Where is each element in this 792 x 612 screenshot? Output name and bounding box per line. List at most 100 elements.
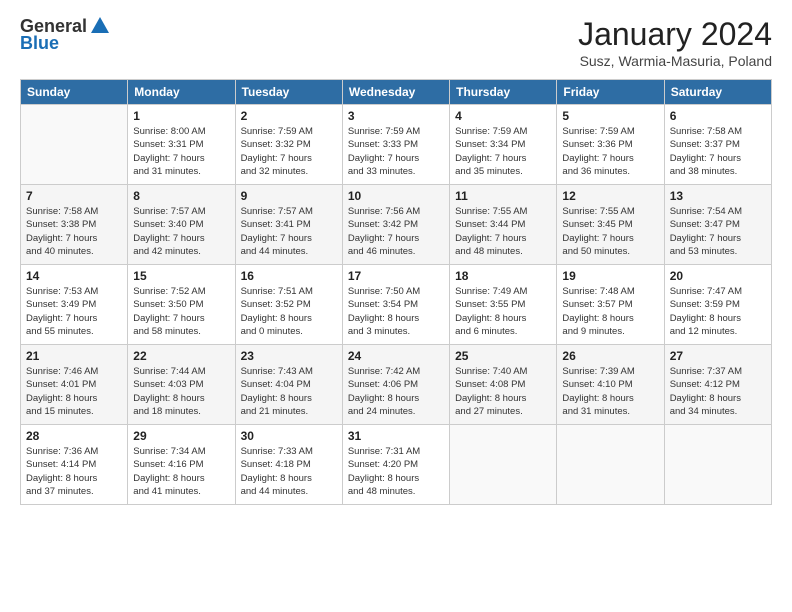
day-number: 21: [26, 349, 122, 363]
day-number: 17: [348, 269, 444, 283]
day-info: Sunrise: 7:37 AM Sunset: 4:12 PM Dayligh…: [670, 365, 766, 418]
day-info: Sunrise: 7:55 AM Sunset: 3:44 PM Dayligh…: [455, 205, 551, 258]
day-info: Sunrise: 7:57 AM Sunset: 3:41 PM Dayligh…: [241, 205, 337, 258]
logo-icon: [89, 15, 111, 37]
day-info: Sunrise: 7:48 AM Sunset: 3:57 PM Dayligh…: [562, 285, 658, 338]
day-cell: 25 Sunrise: 7:40 AM Sunset: 4:08 PM Dayli…: [450, 345, 557, 425]
calendar-table: Sunday Monday Tuesday Wednesday Thursday…: [20, 79, 772, 505]
day-number: 31: [348, 429, 444, 443]
day-cell: 21 Sunrise: 7:46 AM Sunset: 4:01 PM Dayli…: [21, 345, 128, 425]
day-cell: [664, 425, 771, 505]
title-block: January 2024 Susz, Warmia-Masuria, Polan…: [578, 16, 772, 69]
logo-blue: Blue: [20, 33, 59, 54]
day-number: 19: [562, 269, 658, 283]
day-number: 15: [133, 269, 229, 283]
day-cell: 12Sunrise: 7:55 AM Sunset: 3:45 PM Dayli…: [557, 185, 664, 265]
day-cell: [21, 105, 128, 185]
day-cell: 26 Sunrise: 7:39 AM Sunset: 4:10 PM Dayli…: [557, 345, 664, 425]
day-info: Sunrise: 7:57 AM Sunset: 3:40 PM Dayligh…: [133, 205, 229, 258]
day-cell: 23 Sunrise: 7:43 AM Sunset: 4:04 PM Dayli…: [235, 345, 342, 425]
day-cell: 16Sunrise: 7:51 AM Sunset: 3:52 PM Dayli…: [235, 265, 342, 345]
day-number: 11: [455, 189, 551, 203]
day-cell: [450, 425, 557, 505]
day-info: Sunrise: 7:56 AM Sunset: 3:42 PM Dayligh…: [348, 205, 444, 258]
week-row-2: 7 Sunrise: 7:58 AM Sunset: 3:38 PM Daylig…: [21, 185, 772, 265]
day-cell: 3Sunrise: 7:59 AM Sunset: 3:33 PM Daylig…: [342, 105, 449, 185]
day-info: Sunrise: 7:36 AM Sunset: 4:14 PM Dayligh…: [26, 445, 122, 498]
calendar-header: Sunday Monday Tuesday Wednesday Thursday…: [21, 80, 772, 105]
day-number: 9: [241, 189, 337, 203]
calendar-page: General Blue January 2024 Susz, Warmia-M…: [0, 0, 792, 612]
day-cell: 7 Sunrise: 7:58 AM Sunset: 3:38 PM Daylig…: [21, 185, 128, 265]
day-cell: 4 Sunrise: 7:59 AM Sunset: 3:34 PM Daylig…: [450, 105, 557, 185]
day-cell: 9 Sunrise: 7:57 AM Sunset: 3:41 PM Daylig…: [235, 185, 342, 265]
day-cell: 20 Sunrise: 7:47 AM Sunset: 3:59 PM Dayli…: [664, 265, 771, 345]
day-number: 20: [670, 269, 766, 283]
day-info: Sunrise: 7:59 AM Sunset: 3:34 PM Dayligh…: [455, 125, 551, 178]
day-info: Sunrise: 7:43 AM Sunset: 4:04 PM Dayligh…: [241, 365, 337, 418]
col-saturday: Saturday: [664, 80, 771, 105]
day-cell: 2 Sunrise: 7:59 AM Sunset: 3:32 PM Daylig…: [235, 105, 342, 185]
day-info: Sunrise: 7:52 AM Sunset: 3:50 PM Dayligh…: [133, 285, 229, 338]
day-cell: 19 Sunrise: 7:48 AM Sunset: 3:57 PM Dayli…: [557, 265, 664, 345]
day-number: 10: [348, 189, 444, 203]
day-number: 25: [455, 349, 551, 363]
day-cell: 14Sunrise: 7:53 AM Sunset: 3:49 PM Dayli…: [21, 265, 128, 345]
logo: General Blue: [20, 16, 111, 54]
day-number: 28: [26, 429, 122, 443]
day-info: Sunrise: 7:58 AM Sunset: 3:38 PM Dayligh…: [26, 205, 122, 258]
week-row-1: 1 Sunrise: 8:00 AM Sunset: 3:31 PM Daylig…: [21, 105, 772, 185]
day-info: Sunrise: 7:59 AM Sunset: 3:36 PM Dayligh…: [562, 125, 658, 178]
day-info: Sunrise: 7:34 AM Sunset: 4:16 PM Dayligh…: [133, 445, 229, 498]
day-info: Sunrise: 7:58 AM Sunset: 3:37 PM Dayligh…: [670, 125, 766, 178]
month-title: January 2024: [578, 16, 772, 53]
day-number: 22: [133, 349, 229, 363]
header-row: Sunday Monday Tuesday Wednesday Thursday…: [21, 80, 772, 105]
week-row-4: 21 Sunrise: 7:46 AM Sunset: 4:01 PM Dayli…: [21, 345, 772, 425]
col-tuesday: Tuesday: [235, 80, 342, 105]
header: General Blue January 2024 Susz, Warmia-M…: [20, 16, 772, 69]
day-info: Sunrise: 7:59 AM Sunset: 3:33 PM Dayligh…: [348, 125, 444, 178]
day-cell: 13Sunrise: 7:54 AM Sunset: 3:47 PM Dayli…: [664, 185, 771, 265]
day-cell: 24Sunrise: 7:42 AM Sunset: 4:06 PM Dayli…: [342, 345, 449, 425]
day-number: 2: [241, 109, 337, 123]
day-cell: 8 Sunrise: 7:57 AM Sunset: 3:40 PM Daylig…: [128, 185, 235, 265]
day-info: Sunrise: 8:00 AM Sunset: 3:31 PM Dayligh…: [133, 125, 229, 178]
day-cell: 6Sunrise: 7:58 AM Sunset: 3:37 PM Daylig…: [664, 105, 771, 185]
day-info: Sunrise: 7:47 AM Sunset: 3:59 PM Dayligh…: [670, 285, 766, 338]
day-cell: [557, 425, 664, 505]
day-number: 5: [562, 109, 658, 123]
col-wednesday: Wednesday: [342, 80, 449, 105]
day-number: 16: [241, 269, 337, 283]
week-row-3: 14Sunrise: 7:53 AM Sunset: 3:49 PM Dayli…: [21, 265, 772, 345]
day-number: 8: [133, 189, 229, 203]
day-info: Sunrise: 7:40 AM Sunset: 4:08 PM Dayligh…: [455, 365, 551, 418]
day-number: 12: [562, 189, 658, 203]
day-cell: 28 Sunrise: 7:36 AM Sunset: 4:14 PM Dayli…: [21, 425, 128, 505]
day-info: Sunrise: 7:31 AM Sunset: 4:20 PM Dayligh…: [348, 445, 444, 498]
col-sunday: Sunday: [21, 80, 128, 105]
day-info: Sunrise: 7:39 AM Sunset: 4:10 PM Dayligh…: [562, 365, 658, 418]
day-info: Sunrise: 7:46 AM Sunset: 4:01 PM Dayligh…: [26, 365, 122, 418]
day-number: 26: [562, 349, 658, 363]
day-cell: 30Sunrise: 7:33 AM Sunset: 4:18 PM Dayli…: [235, 425, 342, 505]
day-info: Sunrise: 7:49 AM Sunset: 3:55 PM Dayligh…: [455, 285, 551, 338]
day-number: 24: [348, 349, 444, 363]
day-number: 27: [670, 349, 766, 363]
day-number: 1: [133, 109, 229, 123]
day-cell: 15 Sunrise: 7:52 AM Sunset: 3:50 PM Dayli…: [128, 265, 235, 345]
day-cell: 1 Sunrise: 8:00 AM Sunset: 3:31 PM Daylig…: [128, 105, 235, 185]
day-info: Sunrise: 7:54 AM Sunset: 3:47 PM Dayligh…: [670, 205, 766, 258]
day-cell: 17 Sunrise: 7:50 AM Sunset: 3:54 PM Dayli…: [342, 265, 449, 345]
day-cell: 22 Sunrise: 7:44 AM Sunset: 4:03 PM Dayli…: [128, 345, 235, 425]
day-info: Sunrise: 7:50 AM Sunset: 3:54 PM Dayligh…: [348, 285, 444, 338]
week-row-5: 28 Sunrise: 7:36 AM Sunset: 4:14 PM Dayli…: [21, 425, 772, 505]
col-thursday: Thursday: [450, 80, 557, 105]
day-number: 7: [26, 189, 122, 203]
day-info: Sunrise: 7:59 AM Sunset: 3:32 PM Dayligh…: [241, 125, 337, 178]
day-cell: 5 Sunrise: 7:59 AM Sunset: 3:36 PM Daylig…: [557, 105, 664, 185]
day-info: Sunrise: 7:33 AM Sunset: 4:18 PM Dayligh…: [241, 445, 337, 498]
day-info: Sunrise: 7:44 AM Sunset: 4:03 PM Dayligh…: [133, 365, 229, 418]
day-number: 23: [241, 349, 337, 363]
day-number: 4: [455, 109, 551, 123]
